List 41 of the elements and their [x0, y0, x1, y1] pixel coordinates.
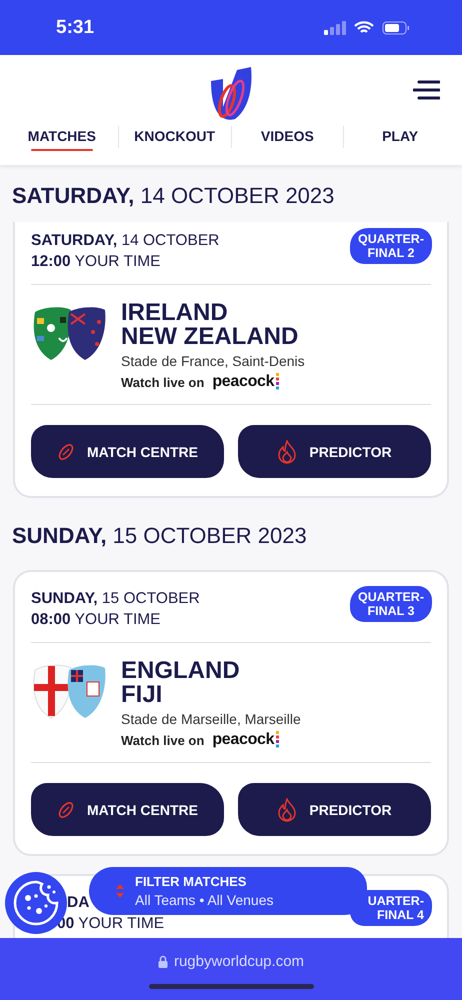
match-centre-button[interactable]: MATCH CENTRE — [31, 783, 224, 836]
watch-live-text: Watch live on — [121, 732, 204, 748]
battery-icon — [382, 20, 410, 34]
nav-tab[interactable]: PLAY — [344, 123, 456, 151]
flame-icon — [277, 798, 298, 822]
match-time: 12:00 YOUR TIME — [31, 252, 161, 272]
signal-icon — [324, 20, 346, 34]
match-date: DA — [67, 893, 90, 913]
menu-icon[interactable] — [413, 79, 440, 101]
rugby-ball-icon — [57, 800, 76, 818]
url-text[interactable]: rugbyworldcup.com — [174, 953, 304, 970]
broadcaster-logo[interactable]: peacock — [212, 373, 280, 391]
round-badge: QUARTER- FINAL 3 — [350, 586, 432, 622]
match-date: SUNDAY, 15 OCTOBER — [31, 589, 200, 609]
sort-icon — [115, 883, 125, 899]
clock-time: 5:31 — [56, 16, 94, 38]
lock-icon — [158, 955, 168, 968]
predictor-button[interactable]: PREDICTOR — [238, 425, 431, 478]
team-name: IRELAND — [121, 301, 229, 325]
wifi-icon — [354, 20, 374, 34]
team-name: FIJI — [121, 683, 164, 707]
round-badge: QUARTER- FINAL 2 — [350, 228, 432, 264]
nav-tab[interactable]: MATCHES — [6, 123, 118, 151]
team-name: NEW ZEALAND — [121, 325, 300, 349]
match-time: 08:00 YOUR TIME — [31, 610, 161, 630]
flame-icon — [277, 440, 298, 464]
watch-live-text: Watch live on — [121, 374, 204, 390]
match-date: SATURDAY, 14 OCTOBER — [31, 231, 220, 251]
nav-tab[interactable]: VIDEOS — [232, 123, 344, 151]
predictor-button[interactable]: PREDICTOR — [238, 783, 431, 836]
filter-matches-button[interactable]: FILTER MATCHES All Teams • All Venues — [89, 867, 367, 915]
venue-text: Stade de Marseille, Marseille — [121, 710, 301, 728]
team-name: ENGLAND — [121, 659, 241, 683]
date-heading: SUNDAY, 15 OCTOBER 2023 — [12, 522, 308, 550]
nav-tab[interactable]: KNOCKOUT — [118, 123, 230, 151]
rugby-ball-icon — [57, 442, 76, 460]
date-heading: SATURDAY, 14 OCTOBER 2023 — [12, 182, 336, 210]
venue-text: Stade de France, Saint-Denis — [121, 352, 305, 370]
rwc-logo[interactable] — [209, 67, 253, 121]
broadcaster-logo[interactable]: peacock — [212, 731, 280, 749]
match-centre-button[interactable]: MATCH CENTRE — [31, 425, 224, 478]
